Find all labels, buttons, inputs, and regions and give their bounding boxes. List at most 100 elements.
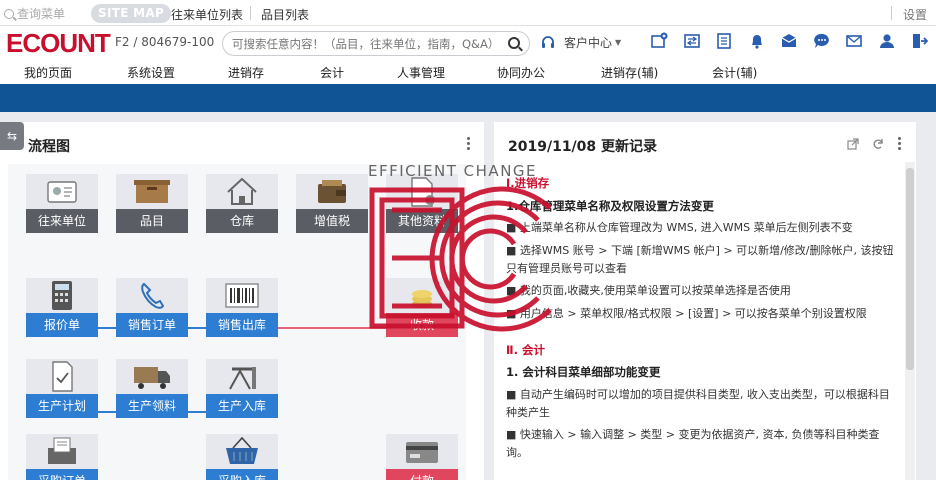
node-label: 采购入库 <box>206 469 278 480</box>
node-sales-outbound[interactable]: 销售出库 <box>206 278 278 337</box>
section-heading: Ⅰ.进销存 <box>506 176 550 190</box>
node-purchase-order[interactable]: 采购订单 <box>26 434 98 480</box>
search-input[interactable] <box>232 32 512 55</box>
node-production-issue[interactable]: 生产领料 <box>116 359 188 418</box>
divider <box>891 6 892 20</box>
node-label: 付款 <box>386 469 458 480</box>
inbox-icon <box>48 437 76 464</box>
more-options-icon[interactable] <box>898 137 902 151</box>
note-line: ■ 快速输入 > 输入调整 > 类型 > 变更为依据资产, 资本, 负债等科目种… <box>506 428 880 459</box>
id-card-icon <box>47 181 77 203</box>
main-menu: 我的页面 系统设置 进销存 会计 人事管理 协同办公 进销存(辅) 会计(辅) <box>0 60 936 84</box>
item-list-link[interactable]: 品目列表 <box>261 6 309 23</box>
nav-bar <box>0 84 936 112</box>
credit-card-icon <box>406 442 438 463</box>
menu-my-page[interactable]: 我的页面 <box>24 64 72 81</box>
menu-groupware[interactable]: 协同办公 <box>497 64 545 81</box>
subsection-heading: 1. 会计科目菜单细部功能变更 <box>506 365 661 379</box>
node-picture <box>206 174 278 209</box>
customer-center-menu[interactable]: 客户中心 ▼ <box>541 34 621 51</box>
refresh-icon[interactable] <box>872 138 884 150</box>
node-picture <box>206 278 278 313</box>
menu-inventory-aux[interactable]: 进销存(辅) <box>601 64 658 81</box>
node-purchase-inbound[interactable]: 采购入库 <box>206 434 278 480</box>
node-production-plan[interactable]: 生产计划 <box>26 359 98 418</box>
update-notes-panel: 2019/11/08 更新记录 Ⅰ.进销存 1.仓库管理菜单名称及权限设置方法变… <box>494 122 916 480</box>
section-heading: Ⅱ. 会计 <box>506 342 545 357</box>
sitemap-button[interactable]: SITE MAP <box>91 4 172 23</box>
menu-inventory[interactable]: 进销存 <box>228 64 264 81</box>
node-picture <box>386 434 458 469</box>
barcode-icon <box>225 283 259 308</box>
document-list-icon[interactable] <box>715 32 733 50</box>
node-label: 仓库 <box>206 209 278 233</box>
search-icon[interactable] <box>508 37 520 49</box>
company-code: F2 / 804679-100 <box>115 35 215 49</box>
user-icon[interactable] <box>878 32 896 50</box>
node-label: 品目 <box>116 209 188 233</box>
menu-accounting-aux[interactable]: 会计(辅) <box>712 64 757 81</box>
logout-icon[interactable] <box>910 32 928 50</box>
flow-canvas: 往来单位 品目 仓库 增值税 其他资料 报价单 销售订单 销售出库 收款 生产计… <box>8 164 466 480</box>
note-line: ■ 我的页面,收藏夹,使用菜单设置可以按菜单选择是否使用 <box>506 284 791 297</box>
node-payment[interactable]: 付款 <box>386 434 458 480</box>
flow-title: 流程图 <box>28 139 70 155</box>
global-search[interactable] <box>222 31 530 56</box>
node-production-inbound[interactable]: 生产入库 <box>206 359 278 418</box>
header-icons <box>650 32 936 50</box>
partner-list-link[interactable]: 往来单位列表 <box>171 6 243 23</box>
quick-search[interactable]: 查询菜单 <box>4 5 65 22</box>
add-window-icon[interactable] <box>650 32 668 50</box>
node-label: 生产入库 <box>206 394 278 418</box>
settings-link[interactable]: 设置 <box>903 6 927 23</box>
phone-icon <box>141 282 165 309</box>
sidebar-toggle-button[interactable]: ⇆ <box>0 122 24 150</box>
menu-accounting[interactable]: 会计 <box>320 64 344 81</box>
node-quotation[interactable]: 报价单 <box>26 278 98 337</box>
mail-send-icon[interactable] <box>780 32 798 50</box>
more-options-icon[interactable] <box>467 137 471 151</box>
ecount-logo[interactable]: ECOUNT <box>6 30 111 56</box>
house-icon <box>227 177 257 205</box>
node-picture <box>26 174 98 209</box>
header: ECOUNT F2 / 804679-100 客户中心 ▼ <box>0 26 936 60</box>
node-other-data[interactable]: 其他资料 <box>386 174 458 233</box>
notes-title: 2019/11/08 更新记录 <box>508 139 658 155</box>
document-gear-icon <box>411 177 435 207</box>
menu-hr[interactable]: 人事管理 <box>397 64 445 81</box>
bell-icon[interactable] <box>748 32 766 50</box>
node-picture <box>206 359 278 394</box>
subsection-heading: 1.仓库管理菜单名称及权限设置方法变更 <box>506 198 714 213</box>
node-sales-order[interactable]: 销售订单 <box>116 278 188 337</box>
checklist-icon <box>52 361 73 392</box>
scrollbar-thumb[interactable] <box>906 168 914 370</box>
node-picture <box>206 434 278 469</box>
node-item[interactable]: 品目 <box>116 174 188 233</box>
chat-icon[interactable] <box>813 32 831 50</box>
node-label: 生产计划 <box>26 394 98 418</box>
node-label: 销售订单 <box>116 313 188 337</box>
note-line: ■ 用户信息 > 菜单权限/格式权限 > [设置] > 可以按各菜单个别设置权限 <box>506 306 867 320</box>
node-partner[interactable]: 往来单位 <box>26 174 98 233</box>
oil-pump-icon <box>229 367 256 390</box>
flow-connector <box>278 327 388 329</box>
customer-center-label: 客户中心 <box>564 36 613 50</box>
node-label: 生产领料 <box>116 394 188 418</box>
node-picture <box>116 359 188 394</box>
coins-icon <box>412 290 432 308</box>
transfer-icon[interactable] <box>683 32 701 50</box>
node-picture <box>116 278 188 313</box>
menu-system-settings[interactable]: 系统设置 <box>127 64 175 81</box>
node-label: 采购订单 <box>26 469 98 480</box>
note-line: ■ 自动产生编码时可以增加的项目提供科目类型, 收入支出类型，可以根据科目种类产… <box>506 387 890 419</box>
node-vat[interactable]: 增值税 <box>296 174 368 233</box>
node-label: 其他资料 <box>386 209 458 233</box>
node-picture <box>116 174 188 209</box>
external-link-icon[interactable] <box>847 138 859 150</box>
search-icon <box>4 8 14 19</box>
node-picture <box>296 174 368 209</box>
node-collection[interactable]: 收款 <box>386 278 458 337</box>
node-label: 报价单 <box>26 313 98 337</box>
mail-icon[interactable] <box>845 32 863 50</box>
node-warehouse[interactable]: 仓库 <box>206 174 278 233</box>
